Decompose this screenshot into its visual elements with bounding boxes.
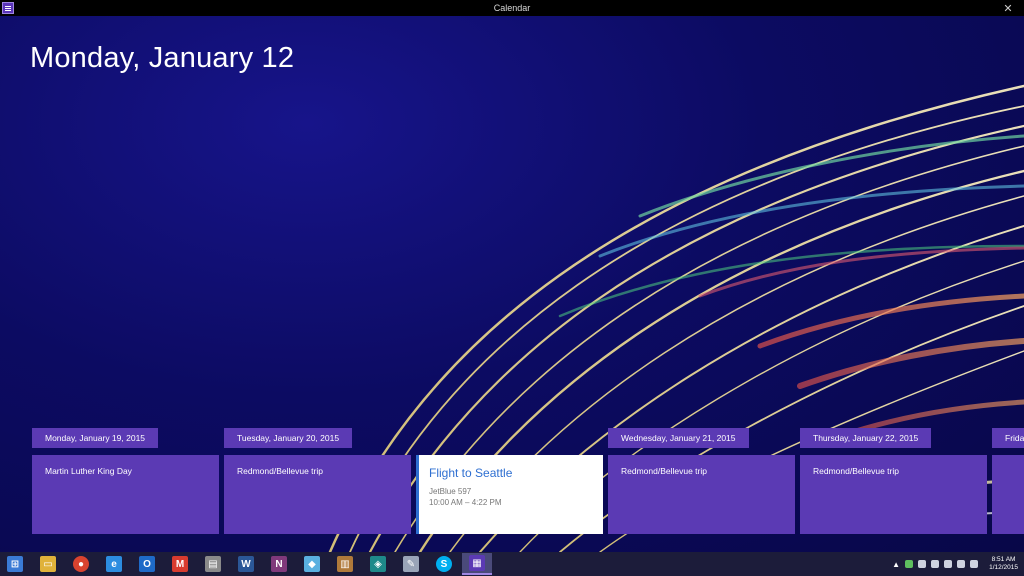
event-detail-time: 10:00 AM – 4:22 PM [429,498,502,507]
chrome-button[interactable]: ● [66,553,96,575]
event-tile[interactable] [992,455,1024,534]
word-icon: W [238,556,254,572]
agenda-day: Wednesday, January 21, 2015 Redmond/Bell… [608,428,795,536]
page-title: Monday, January 12 [30,42,295,74]
folder-icon: ▭ [40,556,56,572]
event-tile[interactable]: Redmond/Bellevue trip [800,455,987,534]
close-icon: ✕ [1003,2,1013,15]
agenda-day: Tuesday, January 20, 2015 Redmond/Bellev… [224,428,411,536]
skype-icon: S [436,556,452,572]
tray-wifi-icon[interactable] [957,560,966,568]
mail-icon: M [172,556,188,572]
library-button[interactable]: ▥ [330,553,360,575]
clock-time: 8:51 AM [991,556,1016,563]
tray-cloud-icon[interactable] [931,560,940,568]
day-header: Tuesday, January 20, 2015 [224,428,353,448]
system-tray: ▲ 8:51 AM 1/12/2015 [892,552,1018,576]
agenda-day: Flight to Seattle JetBlue 597 10:00 AM –… [416,428,603,536]
file-explorer-button[interactable]: ▭ [33,553,63,575]
tray-volume-icon[interactable] [970,560,979,568]
event-tile[interactable]: Redmond/Bellevue trip [608,455,795,534]
event-title: Redmond/Bellevue trip [237,466,323,476]
event-title: Martin Luther King Day [45,466,132,476]
news-button[interactable]: ▤ [198,553,228,575]
onenote-icon: N [271,556,287,572]
title-bar: Calendar ✕ [0,0,1024,16]
event-tile-selected[interactable]: Flight to Seattle JetBlue 597 10:00 AM –… [416,455,603,534]
calendar-button[interactable]: ▦ [462,553,492,575]
day-header: Friday [992,428,1024,448]
event-tile[interactable]: Redmond/Bellevue trip [224,455,411,534]
onenote-button[interactable]: N [264,553,294,575]
chrome-icon: ● [73,556,89,572]
news-icon: ▤ [205,556,221,572]
calendar-icon: ▦ [469,555,485,571]
internet-explorer-button[interactable]: e [99,553,129,575]
taskbar: ⊞ ▭ ● e O M ▤ W N ◆ ▥ ◈ ✎ S ▦ ▲ 8:51 AM … [0,552,1024,576]
event-title: Redmond/Bellevue trip [813,466,899,476]
windows-logo-icon: ⊞ [7,556,23,572]
tray-battery-icon[interactable] [944,560,953,568]
word-button[interactable]: W [231,553,261,575]
app-button[interactable]: ◈ [363,553,393,575]
paint-icon: ✎ [403,556,419,572]
agenda-strip: Monday, January 19, 2015 Martin Luther K… [0,428,1024,536]
tray-status-icon[interactable] [905,560,914,568]
skype-button[interactable]: S [429,553,459,575]
event-title: Flight to Seattle [429,466,513,480]
close-button[interactable]: ✕ [1000,0,1016,16]
agenda-day: Monday, January 19, 2015 Martin Luther K… [32,428,219,536]
outlook-button[interactable]: O [132,553,162,575]
event-detail-flight: JetBlue 597 [429,487,472,496]
notes-button[interactable]: ◆ [297,553,327,575]
tray-expand-icon[interactable]: ▲ [892,560,900,569]
books-icon: ▥ [337,556,353,572]
taskbar-clock[interactable]: 8:51 AM 1/12/2015 [989,556,1018,572]
event-tile[interactable]: Martin Luther King Day [32,455,219,534]
clock-date: 1/12/2015 [989,564,1018,571]
notes-icon: ◆ [304,556,320,572]
gmail-button[interactable]: M [165,553,195,575]
outlook-icon: O [139,556,155,572]
start-button[interactable]: ⊞ [0,553,30,575]
tray-network-icon[interactable] [918,560,927,568]
agenda-day-partial: Friday [992,428,1024,536]
day-header: Wednesday, January 21, 2015 [608,428,749,448]
day-header: Thursday, January 22, 2015 [800,428,932,448]
ie-icon: e [106,556,122,572]
calendar-app-icon [2,2,14,14]
tile-app-icon: ◈ [370,556,386,572]
window-title: Calendar [493,3,531,13]
day-header: Monday, January 19, 2015 [32,428,159,448]
agenda-day: Thursday, January 22, 2015 Redmond/Belle… [800,428,987,536]
event-title: Redmond/Bellevue trip [621,466,707,476]
paint-button[interactable]: ✎ [396,553,426,575]
